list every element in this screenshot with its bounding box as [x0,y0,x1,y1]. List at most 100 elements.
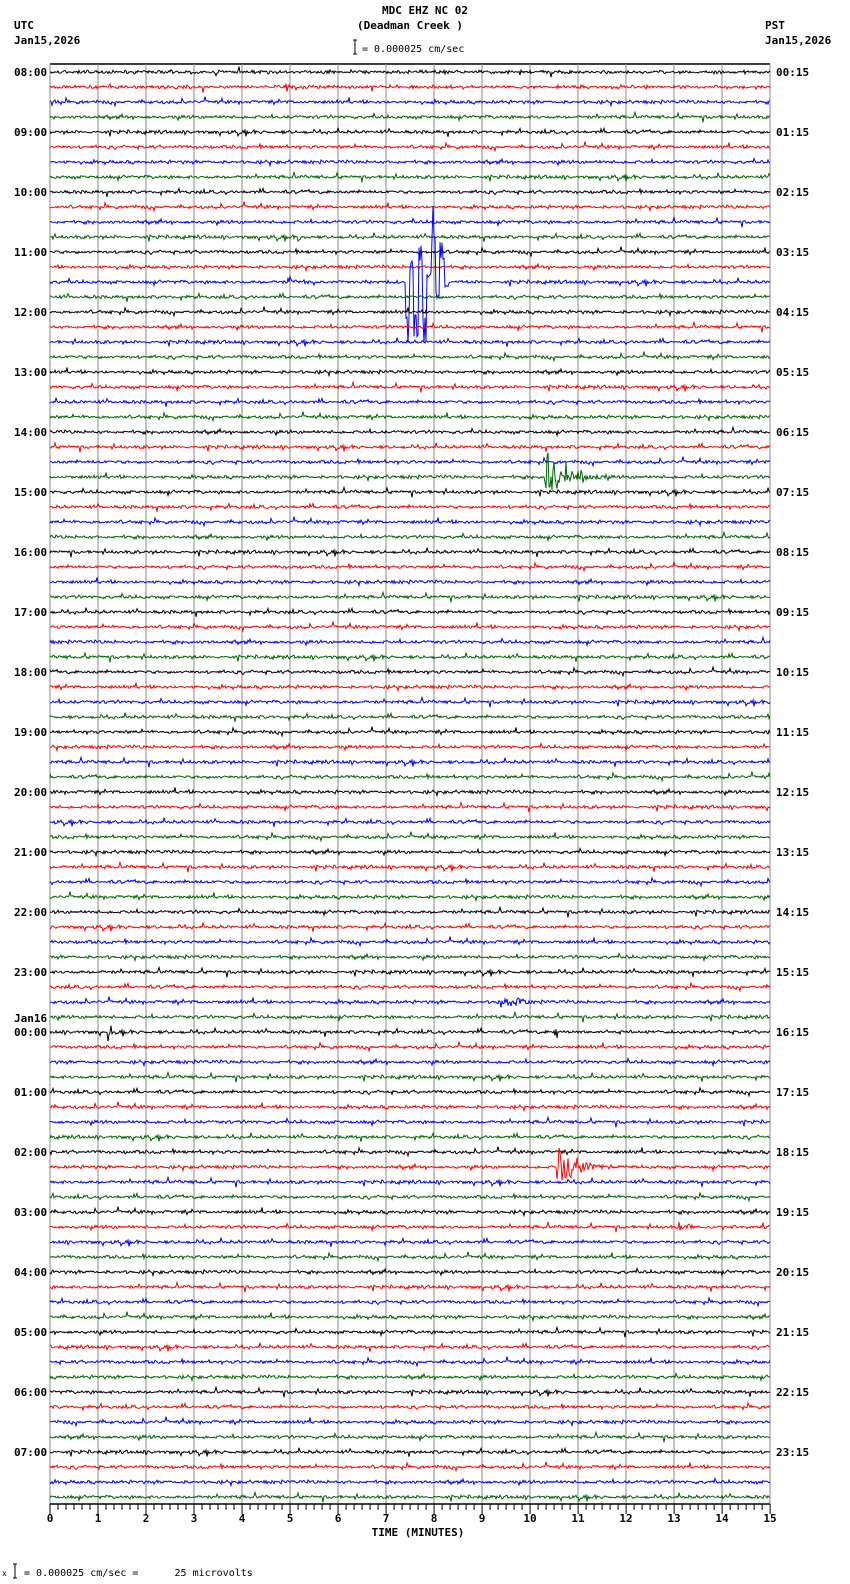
utc-hour-label: 07:00 [14,1446,47,1459]
trace-line [49,456,771,468]
trace-line [49,441,771,453]
pst-hour-label: 21:15 [776,1326,809,1339]
pst-hour-label: 06:15 [776,426,809,439]
trace-line [49,1356,771,1368]
utc-hour-label: 21:00 [14,846,47,859]
trace-line [49,485,771,498]
x-tick-label: 9 [479,1512,486,1525]
utc-hour-label: 02:00 [14,1146,47,1159]
trace-line [49,891,771,903]
trace-line [49,141,771,153]
trace-line [49,860,771,873]
x-tick-label: 13 [667,1512,680,1525]
utc-hour-label: 15:00 [14,486,47,499]
x-tick-label: 10 [523,1512,536,1525]
trace-line [49,1101,771,1113]
pst-hour-label: 19:15 [776,1206,809,1219]
traces [49,66,771,1503]
pst-hour-label: 13:15 [776,846,809,859]
x-tick-label: 7 [383,1512,390,1525]
chart-title: MDC EHZ NC 02 [382,4,468,17]
trace-line [50,741,771,753]
trace-line [49,170,771,183]
pst-hour-label: 01:15 [776,126,809,139]
trace-line [49,516,771,528]
utc-hour-label: 20:00 [14,786,47,799]
right-timezone: PST [765,19,785,32]
x-tick-label: 2 [143,1512,150,1525]
utc-hour-label: 17:00 [14,606,47,619]
trace-line [49,1296,771,1308]
left-date: Jan15,2026 [14,34,81,47]
footer-scale-text: = 0.000025 cm/sec = 25 microvolts [24,1568,253,1579]
trace-line [49,1446,771,1458]
trace-line [49,396,771,407]
trace-line [49,951,771,963]
trace-line [49,201,771,213]
trace-line [49,1131,771,1143]
trace-line [49,1056,771,1068]
pst-hour-label: 23:15 [776,1446,809,1459]
trace-line [49,695,771,708]
trace-line [49,800,771,813]
trace-line [49,546,771,558]
x-tick-label: 15 [763,1512,776,1525]
date-change-label: Jan16 [14,1012,47,1025]
pst-hour-label: 20:15 [776,1266,809,1279]
trace-line [49,1476,771,1488]
trace-line [49,530,771,543]
trace-line [49,351,771,363]
utc-hour-label: 23:00 [14,966,47,979]
trace-line [49,1115,770,1128]
x-tick-label: 1 [95,1512,102,1525]
trace-line [49,411,771,423]
trace-line [49,1086,771,1098]
trace-line [49,787,771,798]
x-tick-label: 4 [239,1512,246,1525]
utc-hour-label: 00:00 [14,1026,47,1039]
x-tick-label: 14 [715,1512,729,1525]
pst-hour-label: 07:15 [776,486,809,499]
trace-line [50,1416,771,1428]
trace-line [49,996,771,1008]
trace-line [49,452,771,490]
utc-hour-label: 09:00 [14,126,47,139]
x-axis-label: TIME (MINUTES) [372,1526,465,1539]
trace-line [49,711,771,722]
trace-line [49,110,771,123]
trace-line [49,921,771,933]
trace-line [49,1236,771,1248]
x-tick-label: 5 [287,1512,294,1525]
trace-line [49,1220,771,1233]
pst-hour-label: 03:15 [776,246,809,259]
trace-line [49,96,771,108]
x-axis: 0 1 2 3 4 5 6 7 8 9 10 11 12 13 14 15 [47,1503,777,1525]
pst-hour-label: 04:15 [776,306,809,319]
utc-hour-label: 14:00 [14,426,47,439]
trace-line [49,635,771,648]
pst-hour-label: 02:15 [776,186,809,199]
left-timezone: UTC [14,19,34,32]
trace-line [50,246,771,258]
pst-hour-label: 11:15 [776,726,809,739]
trace-line [49,965,771,978]
station-name: (Deadman Creek ) [357,19,463,32]
trace-line [49,306,771,318]
x-tick-label: 3 [191,1512,198,1525]
trace-line [49,981,771,993]
x-tick-label: 6 [335,1512,342,1525]
x-tick-label: 11 [571,1512,585,1525]
trace-line [49,682,771,693]
trace-line [49,1341,771,1353]
trace-line [49,1311,771,1323]
trace-line [49,905,771,918]
trace-line [49,1490,771,1503]
utc-hour-label: 13:00 [14,366,47,379]
helicorder-chart: MDC EHZ NC 02 (Deadman Creek ) UTC Jan15… [2,4,832,1579]
footer-glyph: x [2,1569,7,1578]
trace-line [49,561,771,573]
scale-text: = 0.000025 cm/sec [362,44,464,55]
trace-line [49,1025,771,1042]
trace-line [49,755,771,768]
pst-hour-label: 17:15 [776,1086,809,1099]
